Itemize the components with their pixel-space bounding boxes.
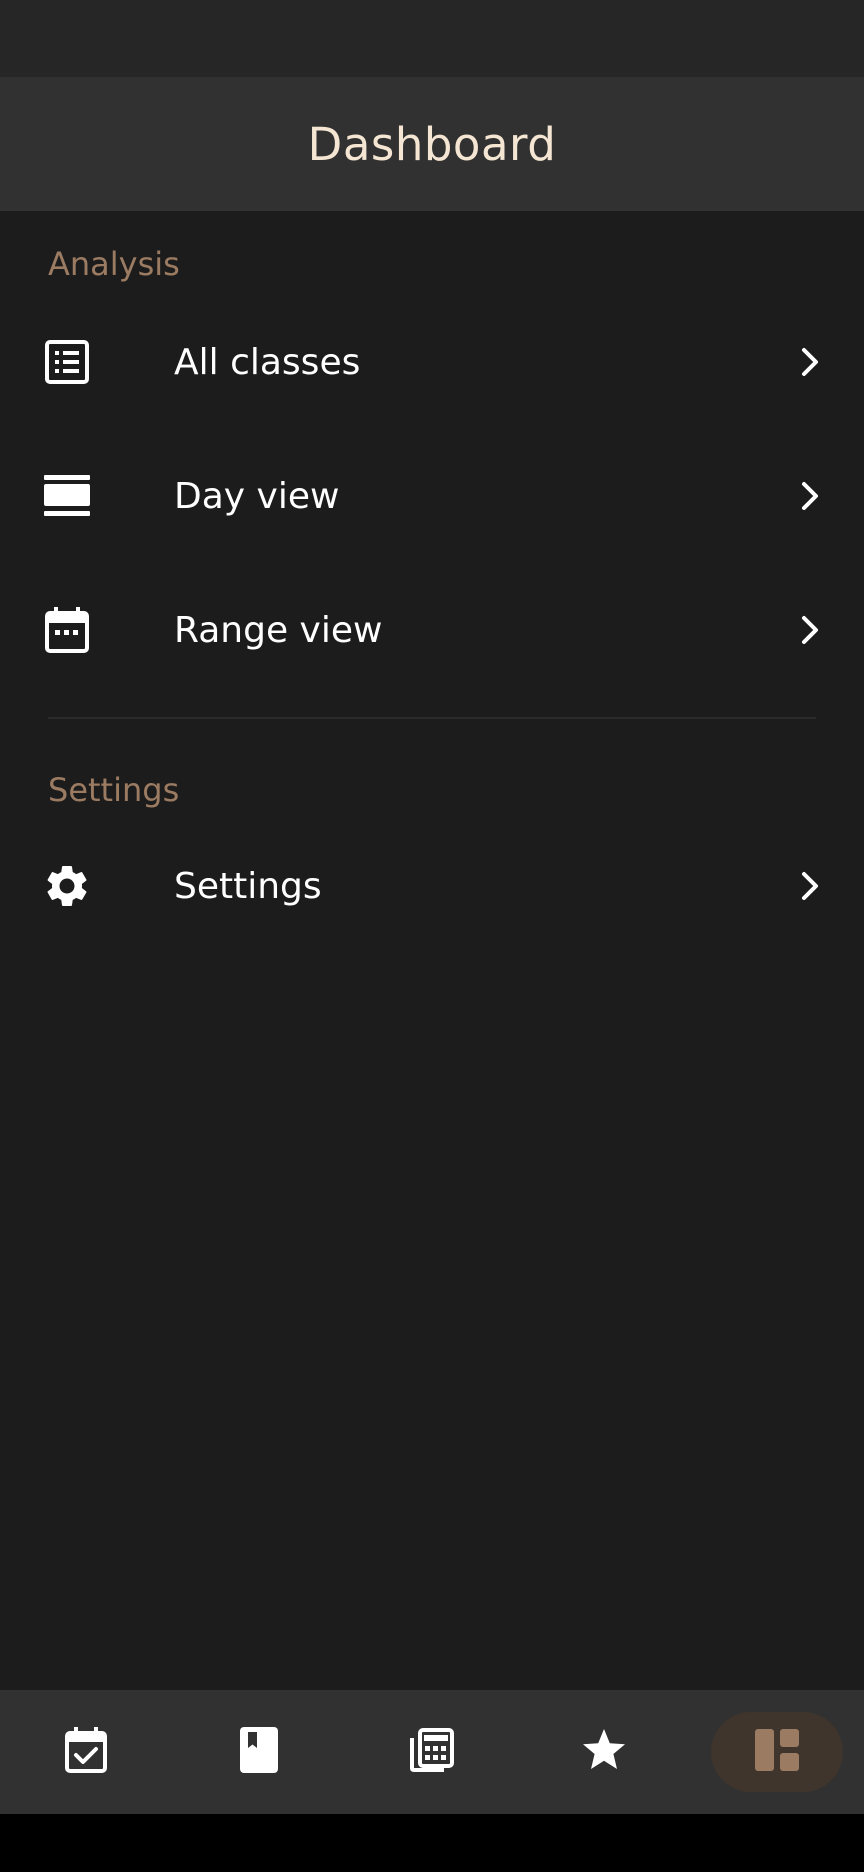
list-item-settings[interactable]: Settings <box>0 819 864 953</box>
list-item-label: Day view <box>174 475 340 517</box>
chevron-right-icon <box>792 868 828 904</box>
nav-book[interactable] <box>193 1712 325 1792</box>
list-item-label: Settings <box>174 865 322 907</box>
nav-dashboard[interactable] <box>711 1712 843 1792</box>
divider <box>48 717 816 719</box>
calendar-check-icon <box>64 1726 108 1778</box>
book-icon <box>239 1726 279 1778</box>
system-navigation-bar <box>0 1814 864 1872</box>
nav-calculator[interactable] <box>366 1712 498 1792</box>
list-item-all-classes[interactable]: All classes <box>0 295 864 429</box>
chevron-right-icon <box>792 344 828 380</box>
status-bar <box>0 0 864 77</box>
list-item-label: Range view <box>174 609 383 651</box>
dashboard-list: Analysis All classes Day view Range view… <box>0 211 864 1690</box>
star-icon <box>580 1727 628 1777</box>
calculator-icon <box>408 1726 456 1778</box>
chevron-right-icon <box>792 612 828 648</box>
bottom-navigation <box>0 1690 864 1814</box>
app-bar: Dashboard <box>0 77 864 211</box>
nav-star[interactable] <box>538 1712 670 1792</box>
list-icon <box>42 337 92 387</box>
list-item-day-view[interactable]: Day view <box>0 429 864 563</box>
calendar-icon <box>42 605 92 655</box>
chevron-right-icon <box>792 478 828 514</box>
list-item-label: All classes <box>174 341 361 383</box>
page-title: Dashboard <box>307 117 557 171</box>
gear-icon <box>42 861 92 911</box>
section-header-analysis: Analysis <box>48 245 180 283</box>
dashboard-icon <box>755 1729 799 1775</box>
section-header-settings: Settings <box>48 771 180 809</box>
nav-calendar-check[interactable] <box>20 1712 152 1792</box>
list-item-range-view[interactable]: Range view <box>0 563 864 697</box>
day-view-icon <box>42 471 92 521</box>
